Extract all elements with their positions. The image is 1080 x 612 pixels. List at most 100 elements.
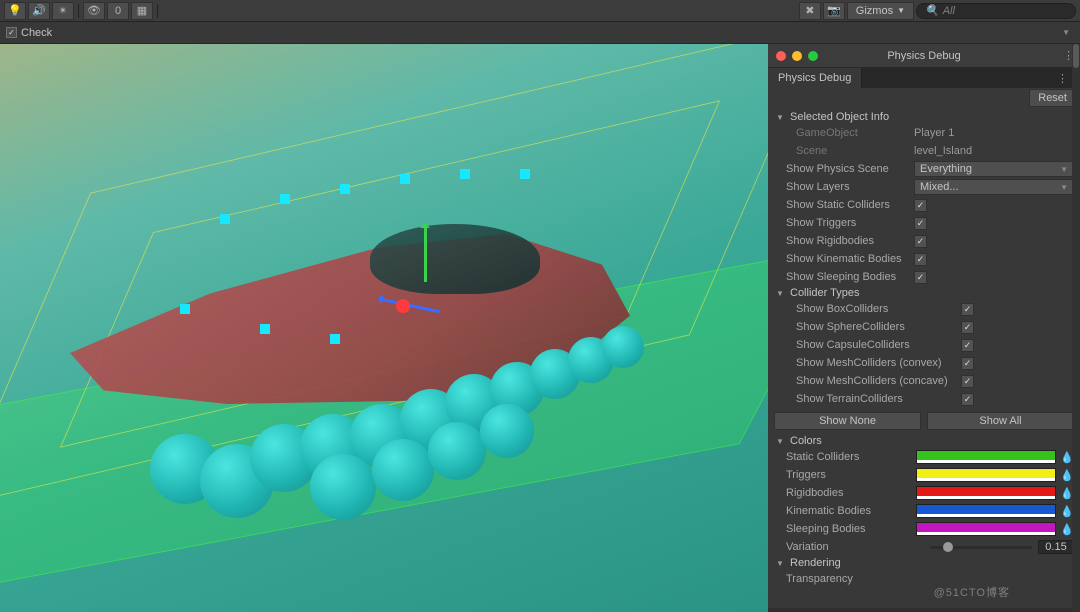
variation-slider[interactable] bbox=[930, 540, 1032, 554]
checkbox[interactable]: ✓ bbox=[961, 339, 974, 352]
tab-menu-icon[interactable]: ⋮ bbox=[1051, 72, 1074, 85]
show-layers-dropdown[interactable]: Mixed...▼ bbox=[914, 179, 1074, 195]
color-label: Static Colliders bbox=[786, 451, 916, 463]
light-toggle[interactable]: 💡 bbox=[4, 2, 26, 20]
handle-cube bbox=[460, 169, 470, 179]
checkbox[interactable]: ✓ bbox=[961, 303, 974, 316]
watermark: @51CTO博客 bbox=[934, 584, 1010, 600]
handle-cube bbox=[520, 169, 530, 179]
flag-label: Show Triggers bbox=[786, 217, 914, 229]
check-label: Check bbox=[21, 27, 52, 39]
checkbox[interactable]: ✓ bbox=[914, 235, 927, 248]
handle-cube bbox=[260, 324, 270, 334]
section-selected-object-info[interactable]: ▼Selected Object Info bbox=[768, 110, 1080, 124]
checkbox[interactable]: ✓ bbox=[914, 271, 927, 284]
checkbox-icon: ✓ bbox=[6, 27, 17, 38]
search-icon: 🔍 bbox=[925, 4, 939, 17]
checkbox[interactable]: ✓ bbox=[961, 393, 974, 406]
section-collider-types[interactable]: ▼Collider Types bbox=[768, 286, 1080, 300]
scene-value: level_Island bbox=[914, 145, 1074, 157]
handle-cube bbox=[220, 214, 230, 224]
collider-sphere bbox=[480, 404, 534, 458]
scene-label: Scene bbox=[796, 145, 914, 157]
axis-y[interactable] bbox=[424, 226, 427, 282]
flag-label: Show MeshColliders (convex) bbox=[796, 357, 961, 369]
axis-z[interactable] bbox=[396, 299, 410, 313]
expand-icon: ▼ bbox=[776, 437, 786, 446]
color-swatch[interactable] bbox=[916, 450, 1056, 464]
color-label: Rigidbodies bbox=[786, 487, 916, 499]
scene-subbar: ✓ Check ▼ bbox=[0, 22, 1080, 44]
check-toggle[interactable]: ✓ Check bbox=[6, 27, 52, 39]
flag-label: Show Rigidbodies bbox=[786, 235, 914, 247]
scene-toolbar: 💡 🔊 ✴ 👁 0 ▦ ✖ 📷 Gizmos ▼ 🔍 All bbox=[0, 0, 1080, 22]
checkbox[interactable]: ✓ bbox=[961, 321, 974, 334]
panel-content: ▼Selected Object Info GameObjectPlayer 1… bbox=[768, 108, 1080, 608]
flag-label: Show Static Colliders bbox=[786, 199, 914, 211]
checkbox[interactable]: ✓ bbox=[961, 375, 974, 388]
color-label: Sleeping Bodies bbox=[786, 523, 916, 535]
handle-cube bbox=[280, 194, 290, 204]
chevron-down-icon: ▼ bbox=[897, 6, 905, 15]
color-swatch[interactable] bbox=[916, 522, 1056, 536]
checkbox[interactable]: ✓ bbox=[961, 357, 974, 370]
checkbox[interactable]: ✓ bbox=[914, 253, 927, 266]
maximize-icon[interactable] bbox=[808, 51, 818, 61]
panel-titlebar: Physics Debug ⋮ bbox=[768, 44, 1080, 68]
expand-icon: ▼ bbox=[776, 289, 786, 298]
color-label: Kinematic Bodies bbox=[786, 505, 916, 517]
gizmos-label: Gizmos bbox=[856, 5, 893, 17]
camera-icon[interactable]: 📷 bbox=[823, 2, 845, 20]
show-all-button[interactable]: Show All bbox=[927, 412, 1074, 430]
collider-sphere bbox=[602, 326, 644, 368]
show-physics-scene-dropdown[interactable]: Everything▼ bbox=[914, 161, 1074, 177]
gameobject-value: Player 1 bbox=[914, 127, 1074, 139]
show-none-button[interactable]: Show None bbox=[774, 412, 921, 430]
expand-icon: ▼ bbox=[776, 559, 786, 568]
panel-title: Physics Debug bbox=[887, 50, 960, 62]
scene-view[interactable] bbox=[0, 44, 768, 612]
handle-cube bbox=[340, 184, 350, 194]
flag-label: Show CapsuleColliders bbox=[796, 339, 961, 351]
count-label: 0 bbox=[107, 2, 129, 20]
scrollbar[interactable] bbox=[1072, 44, 1080, 612]
tools-icon[interactable]: ✖ bbox=[799, 2, 821, 20]
physics-debug-panel: Physics Debug ⋮ Physics Debug ⋮ Reset ▼S… bbox=[768, 44, 1080, 612]
grid-toggle[interactable]: ▦ bbox=[131, 2, 153, 20]
variation-value[interactable]: 0.15 bbox=[1038, 540, 1074, 554]
flag-label: Show SphereColliders bbox=[796, 321, 961, 333]
fx-toggle[interactable]: ✴ bbox=[52, 2, 74, 20]
audio-toggle[interactable]: 🔊 bbox=[28, 2, 50, 20]
show-layers-label: Show Layers bbox=[786, 181, 914, 193]
search-placeholder: All bbox=[943, 5, 955, 17]
close-icon[interactable] bbox=[776, 51, 786, 61]
chevron-down-icon: ▼ bbox=[1060, 183, 1068, 192]
tab-physics-debug[interactable]: Physics Debug bbox=[768, 68, 862, 88]
section-colors[interactable]: ▼Colors bbox=[768, 434, 1080, 448]
color-swatch[interactable] bbox=[916, 486, 1056, 500]
dropdown-caret[interactable]: ▼ bbox=[1062, 28, 1074, 37]
boat-mesh bbox=[30, 134, 670, 454]
collider-sphere bbox=[428, 422, 486, 480]
minimize-icon[interactable] bbox=[792, 51, 802, 61]
collider-sphere bbox=[310, 454, 376, 520]
toolbar-search[interactable]: 🔍 All bbox=[916, 3, 1076, 19]
color-swatch[interactable] bbox=[916, 504, 1056, 518]
checkbox[interactable]: ✓ bbox=[914, 217, 927, 230]
expand-icon: ▼ bbox=[776, 113, 786, 122]
color-label: Triggers bbox=[786, 469, 916, 481]
show-physics-scene-label: Show Physics Scene bbox=[786, 163, 914, 175]
panel-toolbar: Reset bbox=[768, 88, 1080, 108]
hidden-toggle[interactable]: 👁 bbox=[83, 2, 105, 20]
window-controls[interactable] bbox=[768, 51, 826, 61]
flag-label: Show TerrainColliders bbox=[796, 393, 961, 405]
handle-cube bbox=[180, 304, 190, 314]
section-rendering[interactable]: ▼Rendering bbox=[768, 556, 1080, 570]
checkbox[interactable]: ✓ bbox=[914, 199, 927, 212]
transparency-label: Transparency bbox=[786, 573, 1074, 585]
reset-button[interactable]: Reset bbox=[1029, 89, 1076, 107]
handle-cube bbox=[400, 174, 410, 184]
color-swatch[interactable] bbox=[916, 468, 1056, 482]
chevron-down-icon: ▼ bbox=[1060, 165, 1068, 174]
gizmos-dropdown[interactable]: Gizmos ▼ bbox=[847, 2, 914, 20]
